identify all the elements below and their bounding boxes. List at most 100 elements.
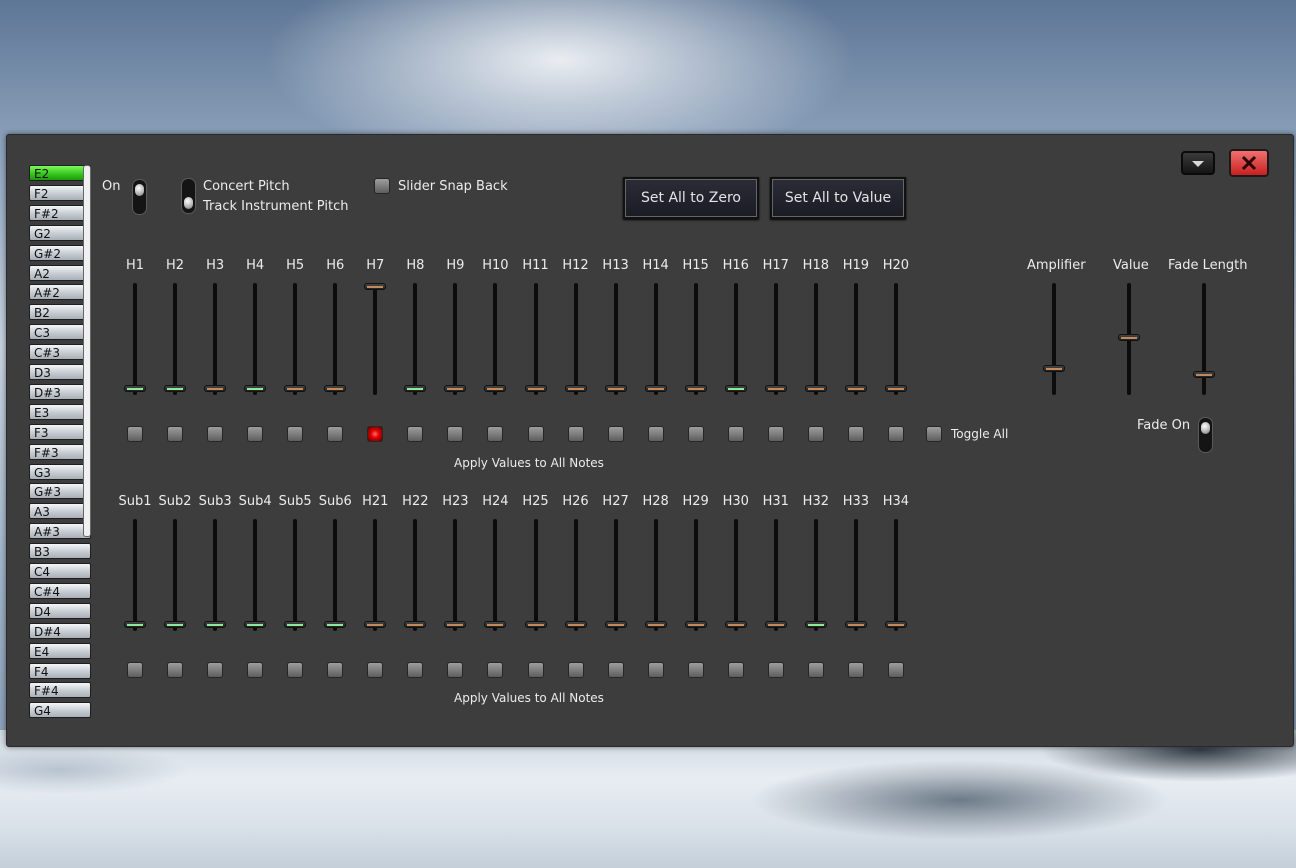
upper-slider-track-h13[interactable]: [613, 283, 618, 395]
lower-slider-thumb-h27[interactable]: [604, 621, 627, 628]
upper-slider-track-h7[interactable]: [373, 283, 378, 395]
upper-slider-track-h1[interactable]: [133, 283, 137, 395]
upper-slider-thumb-h14[interactable]: [644, 385, 667, 392]
upper-checkbox-h9[interactable]: [447, 426, 464, 442]
upper-checkbox-h10[interactable]: [487, 426, 504, 442]
upper-slider-thumb-h2[interactable]: [164, 385, 187, 392]
lower-slider-thumb-h25[interactable]: [524, 621, 547, 628]
note-item-a3[interactable]: A3: [29, 503, 91, 520]
note-item-g4[interactable]: G4: [29, 702, 91, 719]
note-item-fsharp2[interactable]: F#2: [29, 204, 91, 221]
lower-slider-track-h23[interactable]: [453, 519, 458, 631]
upper-slider-thumb-h4[interactable]: [244, 385, 267, 392]
upper-checkbox-h4[interactable]: [247, 426, 264, 442]
upper-slider-track-h5[interactable]: [293, 283, 298, 395]
lower-slider-track-h28[interactable]: [653, 519, 658, 631]
lower-slider-thumb-sub3[interactable]: [204, 621, 227, 628]
upper-slider-thumb-h3[interactable]: [204, 385, 227, 392]
note-item-csharp3[interactable]: C#3: [29, 344, 91, 361]
note-list-scrollbar[interactable]: [83, 165, 91, 537]
note-item-f3[interactable]: F3: [29, 423, 91, 440]
upper-slider-thumb-h17[interactable]: [764, 385, 787, 392]
lower-slider-track-h31[interactable]: [773, 519, 778, 631]
upper-checkbox-h17[interactable]: [767, 426, 784, 442]
lower-slider-track-h33[interactable]: [853, 519, 858, 631]
upper-slider-track-h20[interactable]: [893, 283, 898, 395]
lower-slider-track-sub6[interactable]: [333, 519, 338, 631]
note-item-e2[interactable]: E2: [29, 165, 91, 181]
upper-slider-track-h11[interactable]: [533, 283, 538, 395]
slider-snap-back-checkbox[interactable]: [374, 178, 390, 194]
upper-slider-thumb-h11[interactable]: [524, 385, 547, 392]
upper-slider-thumb-h16[interactable]: [724, 385, 747, 392]
lower-slider-thumb-h29[interactable]: [684, 621, 707, 628]
note-item-c3[interactable]: C3: [29, 324, 91, 341]
upper-slider-track-h10[interactable]: [493, 283, 498, 395]
lower-slider-thumb-sub6[interactable]: [324, 621, 347, 628]
upper-checkbox-h1[interactable]: [127, 426, 143, 442]
lower-slider-thumb-h24[interactable]: [484, 621, 507, 628]
upper-slider-track-h14[interactable]: [653, 283, 658, 395]
upper-slider-thumb-h1[interactable]: [124, 385, 146, 392]
lower-slider-thumb-h21[interactable]: [364, 621, 387, 628]
upper-slider-track-h12[interactable]: [573, 283, 578, 395]
note-item-e4[interactable]: E4: [29, 642, 91, 659]
lower-checkbox-h28[interactable]: [647, 662, 664, 678]
upper-slider-track-h3[interactable]: [213, 283, 218, 395]
lower-slider-thumb-h31[interactable]: [764, 621, 787, 628]
lower-slider-track-h22[interactable]: [413, 519, 418, 631]
lower-slider-thumb-h23[interactable]: [444, 621, 467, 628]
lower-slider-thumb-sub5[interactable]: [284, 621, 307, 628]
fade-length-slider-track[interactable]: [1202, 283, 1206, 395]
fade-length-slider-thumb[interactable]: [1193, 370, 1215, 378]
upper-slider-thumb-h20[interactable]: [884, 385, 907, 392]
on-toggle[interactable]: [132, 179, 147, 215]
note-item-dsharp4[interactable]: D#4: [29, 622, 91, 639]
lower-slider-track-sub1[interactable]: [133, 519, 137, 631]
upper-slider-thumb-h10[interactable]: [484, 385, 507, 392]
upper-slider-track-h15[interactable]: [693, 283, 698, 395]
close-button[interactable]: [1229, 149, 1269, 177]
upper-checkbox-h14[interactable]: [647, 426, 664, 442]
lower-slider-thumb-h28[interactable]: [644, 621, 667, 628]
lower-checkbox-sub4[interactable]: [247, 662, 264, 678]
upper-slider-thumb-h5[interactable]: [284, 385, 307, 392]
lower-checkbox-h31[interactable]: [767, 662, 784, 678]
upper-slider-thumb-h19[interactable]: [844, 385, 867, 392]
lower-slider-thumb-h34[interactable]: [884, 621, 907, 628]
fade-on-toggle[interactable]: [1198, 417, 1213, 453]
lower-checkbox-h34[interactable]: [887, 662, 904, 678]
lower-checkbox-h26[interactable]: [567, 662, 584, 678]
upper-slider-track-h2[interactable]: [173, 283, 178, 395]
note-item-c4[interactable]: C4: [29, 563, 91, 579]
upper-checkbox-h5[interactable]: [287, 426, 304, 442]
lower-slider-track-h30[interactable]: [733, 519, 738, 631]
note-item-asharp3[interactable]: A#3: [29, 523, 91, 540]
lower-slider-thumb-h32[interactable]: [804, 621, 827, 628]
lower-slider-thumb-h30[interactable]: [724, 621, 747, 628]
lower-slider-track-sub4[interactable]: [253, 519, 258, 631]
lower-checkbox-h21[interactable]: [367, 662, 384, 678]
lower-checkbox-h25[interactable]: [527, 662, 544, 678]
upper-checkbox-h13[interactable]: [607, 426, 624, 442]
upper-checkbox-h7[interactable]: [367, 426, 384, 442]
upper-checkbox-h16[interactable]: [727, 426, 744, 442]
amplifier-slider-track[interactable]: [1052, 283, 1056, 395]
lower-slider-thumb-h26[interactable]: [564, 621, 587, 628]
lower-checkbox-h22[interactable]: [407, 662, 424, 678]
note-item-gsharp3[interactable]: G#3: [29, 483, 91, 500]
lower-slider-thumb-sub4[interactable]: [244, 621, 267, 628]
lower-slider-track-h25[interactable]: [533, 519, 538, 631]
note-item-g3[interactable]: G3: [29, 463, 91, 480]
upper-slider-thumb-h15[interactable]: [684, 385, 707, 392]
lower-checkbox-h29[interactable]: [687, 662, 704, 678]
upper-slider-track-h4[interactable]: [253, 283, 258, 395]
upper-checkbox-h3[interactable]: [207, 426, 224, 442]
lower-slider-track-h34[interactable]: [893, 519, 898, 631]
upper-slider-track-h19[interactable]: [853, 283, 858, 395]
lower-checkbox-sub3[interactable]: [207, 662, 224, 678]
lower-slider-track-h32[interactable]: [813, 519, 818, 631]
lower-checkbox-h30[interactable]: [727, 662, 744, 678]
note-item-fsharp4[interactable]: F#4: [29, 682, 91, 699]
note-item-b3[interactable]: B3: [29, 543, 91, 560]
